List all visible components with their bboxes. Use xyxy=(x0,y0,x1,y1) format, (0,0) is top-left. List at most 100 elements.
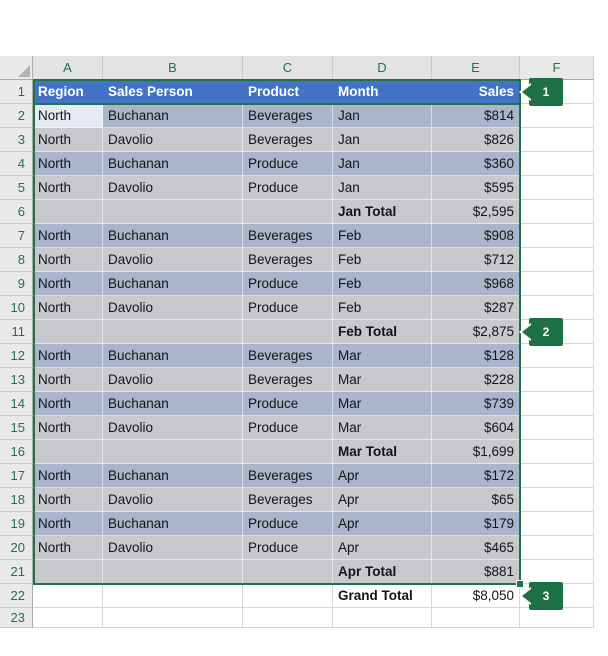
cell-F2[interactable] xyxy=(520,104,594,128)
row-header-1[interactable]: 1 xyxy=(0,80,33,104)
row-header-4[interactable]: 4 xyxy=(0,152,33,176)
cell-E22[interactable]: $8,050 xyxy=(432,584,520,608)
cell-F14[interactable] xyxy=(520,392,594,416)
row-header-9[interactable]: 9 xyxy=(0,272,33,296)
row-header-13[interactable]: 13 xyxy=(0,368,33,392)
cell-C13[interactable]: Beverages xyxy=(243,368,333,392)
cell-A11[interactable] xyxy=(33,320,103,344)
cell-E12[interactable]: $128 xyxy=(432,344,520,368)
cell-A13[interactable]: North xyxy=(33,368,103,392)
cell-A19[interactable]: North xyxy=(33,512,103,536)
cell-D19[interactable]: Apr xyxy=(333,512,432,536)
cell-E19[interactable]: $179 xyxy=(432,512,520,536)
cell-F4[interactable] xyxy=(520,152,594,176)
cell-C5[interactable]: Produce xyxy=(243,176,333,200)
cell-C8[interactable]: Beverages xyxy=(243,248,333,272)
cell-A7[interactable]: North xyxy=(33,224,103,248)
cell-C14[interactable]: Produce xyxy=(243,392,333,416)
cell-E20[interactable]: $465 xyxy=(432,536,520,560)
cell-A3[interactable]: North xyxy=(33,128,103,152)
column-header-B[interactable]: B xyxy=(103,56,243,80)
cell-E18[interactable]: $65 xyxy=(432,488,520,512)
cell-E16[interactable]: $1,699 xyxy=(432,440,520,464)
cell-B2[interactable]: Buchanan xyxy=(103,104,243,128)
row-header-16[interactable]: 16 xyxy=(0,440,33,464)
cell-D23[interactable] xyxy=(333,608,432,628)
cell-C12[interactable]: Beverages xyxy=(243,344,333,368)
row-header-8[interactable]: 8 xyxy=(0,248,33,272)
cell-C3[interactable]: Beverages xyxy=(243,128,333,152)
row-header-6[interactable]: 6 xyxy=(0,200,33,224)
cell-F17[interactable] xyxy=(520,464,594,488)
cell-C4[interactable]: Produce xyxy=(243,152,333,176)
cell-D13[interactable]: Mar xyxy=(333,368,432,392)
cell-C1[interactable]: Product xyxy=(243,80,333,104)
cell-D3[interactable]: Jan xyxy=(333,128,432,152)
cell-B5[interactable]: Davolio xyxy=(103,176,243,200)
row-header-17[interactable]: 17 xyxy=(0,464,33,488)
cell-F18[interactable] xyxy=(520,488,594,512)
select-all-corner[interactable] xyxy=(0,56,33,80)
cell-A2[interactable]: North xyxy=(33,104,103,128)
cell-B16[interactable] xyxy=(103,440,243,464)
cell-A10[interactable]: North xyxy=(33,296,103,320)
cell-A23[interactable] xyxy=(33,608,103,628)
cell-B17[interactable]: Buchanan xyxy=(103,464,243,488)
row-header-18[interactable]: 18 xyxy=(0,488,33,512)
cell-C7[interactable]: Beverages xyxy=(243,224,333,248)
cell-F16[interactable] xyxy=(520,440,594,464)
cell-F20[interactable] xyxy=(520,536,594,560)
cell-B15[interactable]: Davolio xyxy=(103,416,243,440)
cell-D14[interactable]: Mar xyxy=(333,392,432,416)
cell-F12[interactable] xyxy=(520,344,594,368)
row-header-11[interactable]: 11 xyxy=(0,320,33,344)
cell-F7[interactable] xyxy=(520,224,594,248)
cell-A15[interactable]: North xyxy=(33,416,103,440)
cell-E11[interactable]: $2,875 xyxy=(432,320,520,344)
cell-B10[interactable]: Davolio xyxy=(103,296,243,320)
row-header-22[interactable]: 22 xyxy=(0,584,33,608)
cell-B22[interactable] xyxy=(103,584,243,608)
cell-D11[interactable]: Feb Total xyxy=(333,320,432,344)
cell-C18[interactable]: Beverages xyxy=(243,488,333,512)
cell-E23[interactable] xyxy=(432,608,520,628)
cell-E13[interactable]: $228 xyxy=(432,368,520,392)
cell-B12[interactable]: Buchanan xyxy=(103,344,243,368)
cell-A21[interactable] xyxy=(33,560,103,584)
cell-B3[interactable]: Davolio xyxy=(103,128,243,152)
row-header-12[interactable]: 12 xyxy=(0,344,33,368)
cell-A18[interactable]: North xyxy=(33,488,103,512)
cell-C6[interactable] xyxy=(243,200,333,224)
cell-F13[interactable] xyxy=(520,368,594,392)
cell-C11[interactable] xyxy=(243,320,333,344)
cell-C16[interactable] xyxy=(243,440,333,464)
cell-F9[interactable] xyxy=(520,272,594,296)
cell-C17[interactable]: Beverages xyxy=(243,464,333,488)
cell-B14[interactable]: Buchanan xyxy=(103,392,243,416)
cell-B7[interactable]: Buchanan xyxy=(103,224,243,248)
cell-A12[interactable]: North xyxy=(33,344,103,368)
row-header-15[interactable]: 15 xyxy=(0,416,33,440)
row-header-23[interactable]: 23 xyxy=(0,608,33,628)
cell-D16[interactable]: Mar Total xyxy=(333,440,432,464)
cell-D22[interactable]: Grand Total xyxy=(333,584,432,608)
cell-F19[interactable] xyxy=(520,512,594,536)
cell-E21[interactable]: $881 xyxy=(432,560,520,584)
cell-C19[interactable]: Produce xyxy=(243,512,333,536)
cell-D12[interactable]: Mar xyxy=(333,344,432,368)
cell-D8[interactable]: Feb xyxy=(333,248,432,272)
cell-F23[interactable] xyxy=(520,608,594,628)
cell-D17[interactable]: Apr xyxy=(333,464,432,488)
cell-B9[interactable]: Buchanan xyxy=(103,272,243,296)
cell-B20[interactable]: Davolio xyxy=(103,536,243,560)
cell-E7[interactable]: $908 xyxy=(432,224,520,248)
cell-E1[interactable]: Sales xyxy=(432,80,520,104)
cell-B6[interactable] xyxy=(103,200,243,224)
cell-C2[interactable]: Beverages xyxy=(243,104,333,128)
cell-C22[interactable] xyxy=(243,584,333,608)
cell-B23[interactable] xyxy=(103,608,243,628)
cell-D21[interactable]: Apr Total xyxy=(333,560,432,584)
cell-D7[interactable]: Feb xyxy=(333,224,432,248)
cell-F15[interactable] xyxy=(520,416,594,440)
row-header-3[interactable]: 3 xyxy=(0,128,33,152)
